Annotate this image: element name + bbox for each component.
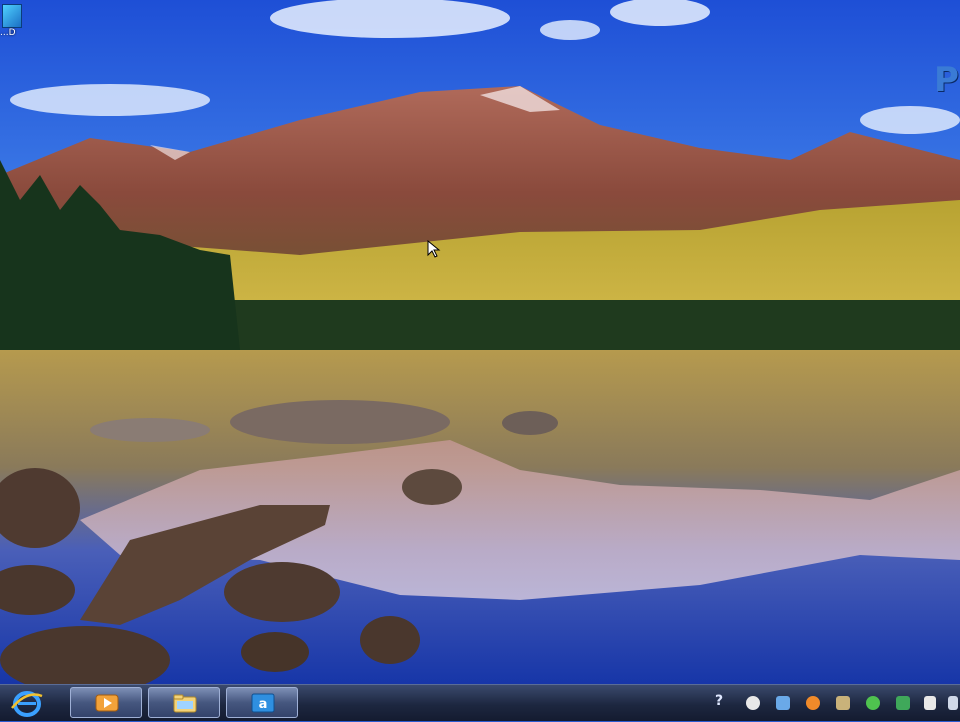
folder-icon[interactable] (836, 696, 850, 710)
network-icon[interactable] (776, 696, 790, 710)
desktop-shortcut[interactable]: ...D (0, 4, 22, 56)
help-icon[interactable]: ? (712, 693, 726, 711)
taskbar: a ? (0, 684, 960, 721)
flag-icon[interactable] (924, 696, 936, 710)
svg-text:a: a (259, 697, 268, 712)
mouse-cursor-icon (427, 240, 441, 258)
messenger-icon[interactable] (866, 696, 880, 710)
firefox-icon[interactable] (806, 696, 820, 710)
desktop-shortcut-label: ...D (0, 28, 16, 38)
volume-icon[interactable] (948, 696, 958, 710)
security-icon[interactable] (896, 696, 910, 710)
desktop-wallpaper (0, 0, 960, 684)
media-player-button[interactable] (70, 687, 142, 718)
edge-logo: P (934, 60, 959, 100)
internet-explorer-icon (11, 691, 43, 717)
app-button[interactable]: a (226, 687, 298, 718)
explorer-button[interactable] (148, 687, 220, 718)
app-icon: a (251, 693, 275, 713)
chat-icon[interactable] (746, 696, 760, 710)
media-player-icon (95, 694, 119, 712)
start-button[interactable] (8, 688, 46, 718)
desktop-shortcut-icon (2, 4, 22, 28)
folder-icon (173, 694, 197, 713)
